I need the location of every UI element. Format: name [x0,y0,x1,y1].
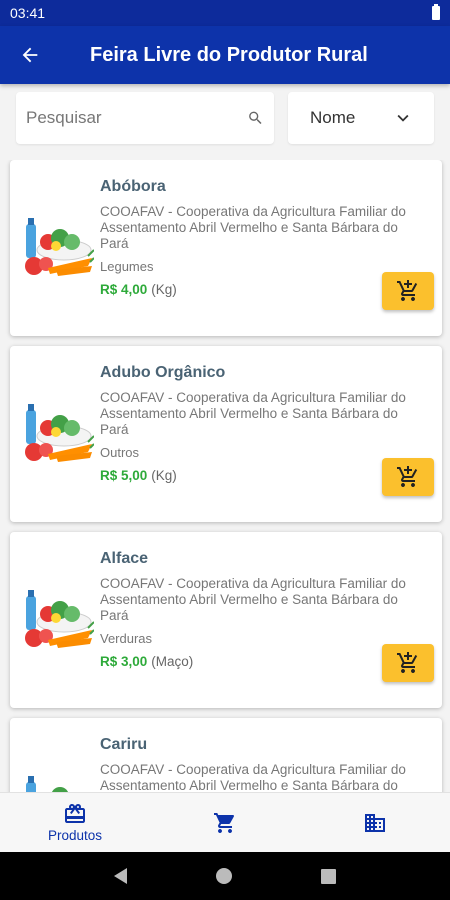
system-home-icon[interactable] [215,868,232,884]
status-time: 03:41 [10,5,46,21]
product-producer: COOAFAV - Cooperativa da Agricultura Fam… [100,204,406,251]
nav-products[interactable]: Produtos [0,793,150,852]
produce-image [25,218,94,276]
produce-image [26,776,69,792]
product-name: Abóbora [100,178,166,195]
system-recents-icon[interactable] [320,868,336,884]
product-price-row: R$ 5,00 (Kg) [100,468,177,483]
add-to-cart-button[interactable] [382,458,434,496]
sort-selected-value: Nome [310,108,356,127]
nav-cart[interactable] [150,793,300,852]
product-list: Abóbora COOAFAV - Cooperativa da Agricul… [0,160,450,792]
system-back-icon[interactable] [114,868,128,884]
product-price-row: R$ 3,00 (Maço) [100,654,193,669]
sort-dropdown[interactable]: Nome [288,92,434,144]
chevron-down-icon [397,114,409,122]
cart-icon [214,812,235,833]
product-producer: COOAFAV - Cooperativa da Agricultura Fam… [100,762,406,792]
product-unit: (Kg) [151,468,177,483]
add-shopping-cart-icon [397,280,418,301]
nav-products-label: Produtos [47,828,103,843]
search-row: Nome [16,92,436,144]
nav-stores[interactable] [300,793,450,852]
product-price: R$ 5,00 [100,468,148,483]
back-button[interactable] [0,26,60,84]
arrow-left-icon [22,47,38,63]
battery-icon [432,4,440,20]
bottom-nav: Produtos [0,792,450,852]
product-price: R$ 4,00 [100,282,148,297]
product-price-row: R$ 4,00 (Kg) [100,282,177,297]
product-name: Cariru [100,736,148,753]
produce-image [25,404,94,462]
product-card[interactable]: Cariru COOAFAV - Cooperativa da Agricult… [10,718,442,792]
search-field[interactable] [16,92,274,144]
store-icon [365,813,385,832]
system-navigation-bar [0,852,450,900]
product-name: Adubo Orgânico [100,364,226,381]
produce-image [25,590,94,648]
product-producer: COOAFAV - Cooperativa da Agricultura Fam… [100,390,406,437]
product-producer: COOAFAV - Cooperativa da Agricultura Fam… [100,576,406,623]
product-card[interactable]: Abóbora COOAFAV - Cooperativa da Agricul… [10,160,442,336]
product-price: R$ 3,00 [100,654,148,669]
search-icon[interactable] [247,107,264,129]
add-shopping-cart-icon [397,466,418,487]
app-bar: Feira Livre do Produtor Rural [0,26,450,84]
status-bar: 03:41 [0,0,450,26]
product-category: Verduras [100,631,153,646]
product-name: Alface [100,550,149,567]
add-shopping-cart-icon [397,652,418,673]
add-to-cart-button[interactable] [382,272,434,310]
product-unit: (Maço) [151,654,194,669]
page-title: Feira Livre do Produtor Rural [90,43,368,66]
gift-icon [65,803,85,823]
add-to-cart-button[interactable] [382,644,434,682]
product-category: Legumes [100,259,154,274]
product-category: Outros [100,445,140,460]
search-input[interactable] [26,108,247,128]
product-card[interactable]: Adubo Orgânico COOAFAV - Cooperativa da … [10,346,442,522]
product-unit: (Kg) [151,282,177,297]
product-card[interactable]: Alface COOAFAV - Cooperativa da Agricult… [10,532,442,708]
